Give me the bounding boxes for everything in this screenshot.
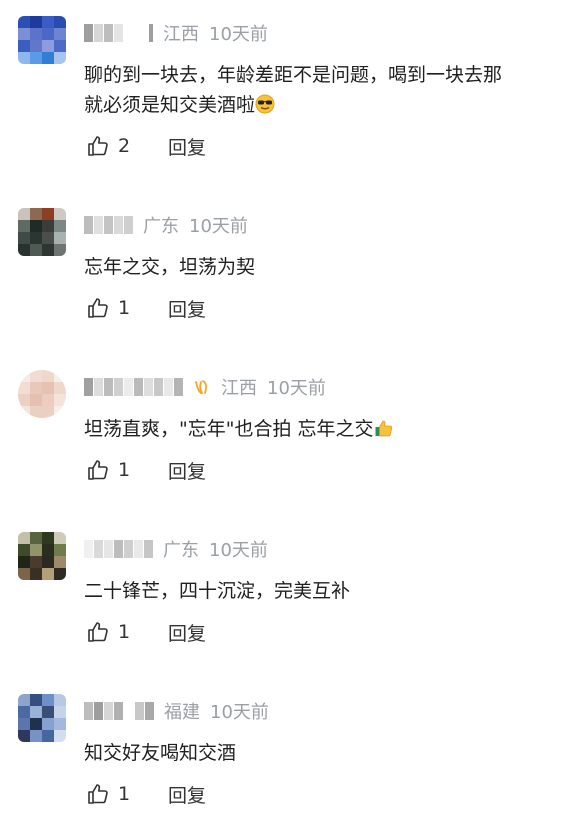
- comment-line: 知交好友喝知交酒: [84, 742, 237, 764]
- reply-button[interactable]: 回复: [168, 133, 206, 160]
- timestamp: 10天前: [189, 216, 248, 237]
- comment-text: 坦荡直爽，"忘年"也合拍 忘年之交: [84, 414, 564, 444]
- username-redacted[interactable]: [84, 539, 153, 559]
- reply-button[interactable]: 回复: [168, 781, 206, 808]
- comment-actions: 1 回复: [86, 294, 206, 322]
- comment-meta: 广东 10天前: [84, 536, 268, 562]
- like-button[interactable]: 1: [86, 296, 168, 320]
- thumbs-up-icon: [88, 136, 108, 156]
- comment-meta: 广东 10天前: [84, 212, 248, 238]
- comment-actions: 1 回复: [86, 618, 206, 646]
- thumbs-up-icon: [88, 460, 108, 480]
- location: 福建: [164, 702, 200, 723]
- timestamp: 10天前: [210, 702, 269, 723]
- location: 广东: [143, 216, 179, 237]
- avatar[interactable]: [18, 16, 66, 64]
- comment-line: 坦荡直爽，"忘年"也合拍 忘年之交: [84, 418, 374, 440]
- location: 江西: [163, 24, 199, 45]
- comment-line: 二十锋芒，四十沉淀，完美互补: [84, 580, 351, 602]
- reply-button[interactable]: 回复: [168, 619, 206, 646]
- comment-actions: 1 回复: [86, 780, 206, 808]
- reply-button[interactable]: 回复: [168, 457, 206, 484]
- username-redacted[interactable]: [84, 377, 183, 397]
- comment-text: 知交好友喝知交酒: [84, 738, 564, 768]
- avatar[interactable]: [18, 208, 66, 256]
- comment-actions: 2 回复: [86, 132, 206, 160]
- comment-text: 二十锋芒，四十沉淀，完美互补: [84, 576, 564, 606]
- comment-actions: 1 回复: [86, 456, 206, 484]
- comment-line: 聊的到一块去，年龄差距不是问题，喝到一块去那: [84, 64, 503, 86]
- avatar[interactable]: [18, 370, 66, 418]
- like-count: 2: [118, 135, 131, 157]
- comment-text: 聊的到一块去，年龄差距不是问题，喝到一块去那 就必须是知交美酒啦: [84, 60, 564, 120]
- comment-meta: 江西 10天前: [84, 20, 268, 46]
- timestamp: 10天前: [209, 24, 268, 45]
- like-count: 1: [118, 621, 131, 643]
- like-button[interactable]: 1: [86, 458, 168, 482]
- timestamp: 10天前: [209, 540, 268, 561]
- comment-meta: 江西 10天前: [84, 374, 326, 400]
- like-button[interactable]: 1: [86, 620, 168, 644]
- location: 广东: [163, 540, 199, 561]
- username-redacted[interactable]: [84, 23, 153, 43]
- like-button[interactable]: 1: [86, 782, 168, 806]
- vip-badge-icon: [195, 380, 208, 394]
- thumbs-up-icon: [88, 622, 108, 642]
- avatar[interactable]: [18, 532, 66, 580]
- comment-line: 就必须是知交美酒啦: [84, 94, 256, 116]
- thumbs-up-emoji: [375, 420, 392, 437]
- reply-button[interactable]: 回复: [168, 295, 206, 322]
- username-redacted[interactable]: [84, 215, 133, 235]
- comment-feed: 江西 10天前 聊的到一块去，年龄差距不是问题，喝到一块去那 就必须是知交美酒啦…: [0, 0, 579, 821]
- sunglasses-emoji: [255, 94, 275, 114]
- like-count: 1: [118, 297, 131, 319]
- like-button[interactable]: 2: [86, 134, 168, 158]
- location: 江西: [221, 378, 257, 399]
- comment-text: 忘年之交，坦荡为契: [84, 252, 564, 282]
- thumbs-up-icon: [88, 298, 108, 318]
- avatar[interactable]: [18, 694, 66, 742]
- username-redacted[interactable]: [84, 701, 154, 721]
- thumbs-up-icon: [88, 784, 108, 804]
- comment-line: 忘年之交，坦荡为契: [84, 256, 256, 278]
- like-count: 1: [118, 783, 131, 805]
- like-count: 1: [118, 459, 131, 481]
- timestamp: 10天前: [267, 378, 326, 399]
- comment-meta: 福建 10天前: [84, 698, 269, 724]
